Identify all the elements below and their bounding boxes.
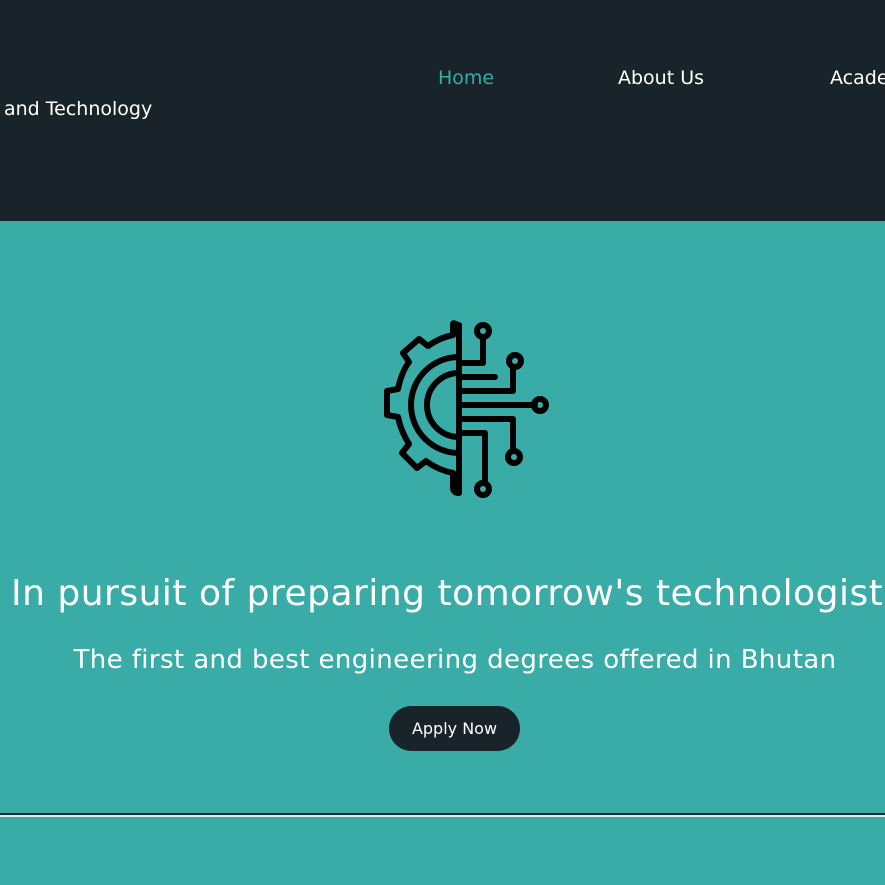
gear-circuit-icon (384, 320, 549, 498)
brand-name[interactable]: and Technology (4, 98, 152, 120)
nav-about-us[interactable]: About Us (618, 67, 704, 89)
apply-now-button[interactable]: Apply Now (389, 706, 520, 751)
nav-home[interactable]: Home (438, 67, 494, 89)
hero-headline: In pursuit of preparing tomorrow's techn… (11, 573, 885, 614)
hero-subheadline: The first and best engineering degrees o… (73, 645, 837, 675)
hero-section: In pursuit of preparing tomorrow's techn… (0, 221, 885, 813)
site-header: and Technology Home About Us Academics (0, 0, 885, 221)
nav-academics[interactable]: Academics (830, 67, 885, 89)
next-section (0, 817, 885, 885)
